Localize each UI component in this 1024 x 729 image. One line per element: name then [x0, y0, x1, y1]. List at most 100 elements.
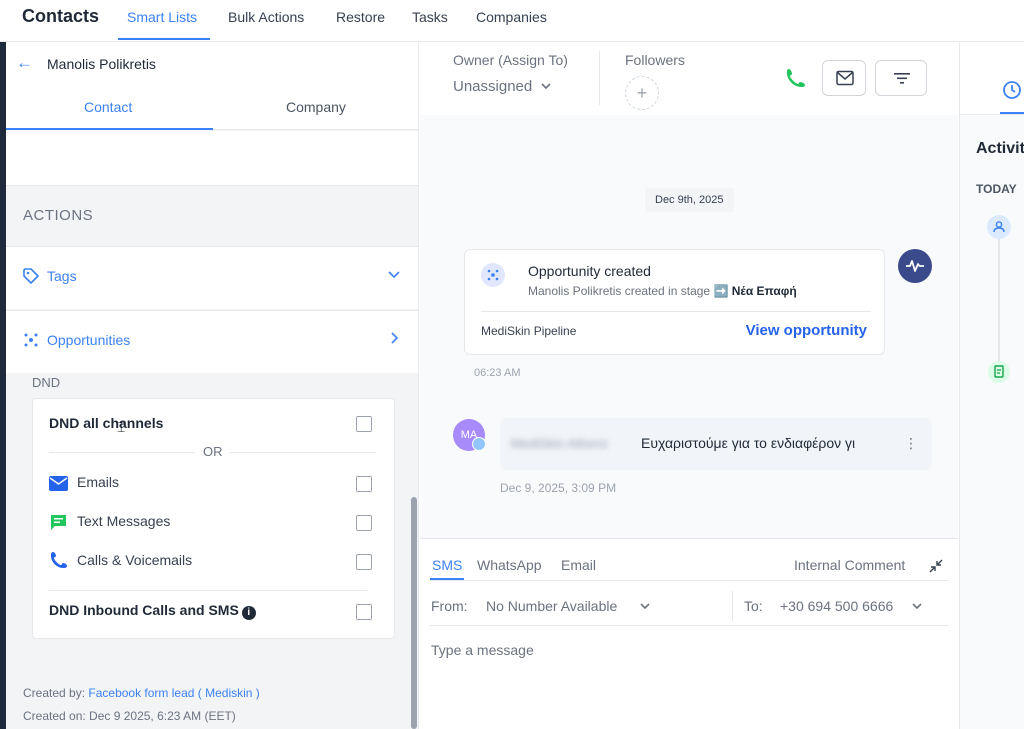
nav-tab-smart-lists[interactable]: Smart Lists — [127, 9, 197, 25]
opportunity-time: 06:23 AM — [474, 367, 521, 379]
contact-header: ← Manolis Polikretis Contact Company — [6, 43, 418, 130]
filter-icon — [894, 73, 910, 84]
email-badge-icon — [472, 437, 486, 451]
activity-feed: Dec 9th, 2025 Opportunity created Manoli… — [420, 115, 958, 538]
opportunity-icon — [24, 333, 38, 347]
dnd-inbound-row: DND Inbound Calls and SMS i — [49, 602, 256, 620]
dnd-all-channels-label: DND all channels — [49, 415, 164, 431]
activity-panel: Activity TODAY — [959, 43, 1024, 729]
opportunity-sub-prefix: Manolis Polikretis created in stage — [528, 284, 711, 298]
activity-pulse-icon — [898, 249, 932, 283]
or-label: OR — [203, 444, 223, 459]
actions-heading: ACTIONS — [23, 207, 94, 224]
dnd-text-messages-label: Text Messages — [77, 513, 171, 529]
conversation-panel: Owner (Assign To) Unassigned Followers +… — [420, 43, 958, 729]
card-divider — [481, 311, 871, 312]
view-opportunity-link[interactable]: View opportunity — [746, 322, 867, 339]
tags-section[interactable]: Tags — [6, 246, 418, 309]
dnd-card: DND all channels OR Emails Text Messages… — [32, 398, 395, 639]
dnd-calls-checkbox[interactable] — [356, 554, 372, 570]
filter-button[interactable] — [875, 60, 927, 96]
message-bubble[interactable]: MediSkin Athens Ευχαριστούμε για το ενδι… — [500, 418, 932, 470]
opportunities-label: Opportunities — [47, 332, 131, 348]
nav-tab-restore[interactable]: Restore — [336, 9, 385, 25]
or-divider-right — [230, 452, 376, 453]
or-divider-left — [49, 452, 195, 453]
chevron-down-icon[interactable] — [387, 267, 401, 281]
owner-select[interactable]: Unassigned — [453, 78, 552, 95]
to-select[interactable]: +30 694 500 6666 — [780, 598, 923, 614]
composer-divider-2 — [430, 625, 948, 626]
tags-label: Tags — [47, 268, 77, 284]
app-title: Contacts — [22, 6, 100, 26]
tab-email[interactable]: Email — [561, 557, 596, 573]
dnd-emails-checkbox[interactable] — [356, 476, 372, 492]
dnd-separator — [49, 590, 367, 591]
created-by-label: Created by: — [23, 686, 86, 700]
owner-label: Owner (Assign To) — [453, 52, 568, 68]
activity-tab-indicator — [1000, 112, 1024, 114]
tab-contact[interactable]: Contact — [84, 99, 132, 115]
arrow-left-icon[interactable]: ← — [16, 53, 33, 73]
activity-title: Activity — [976, 140, 1024, 157]
created-by: Created by: Facebook form lead ( Mediski… — [23, 686, 260, 700]
user-icon — [987, 215, 1011, 239]
owner-value: Unassigned — [453, 78, 533, 95]
dnd-inbound-checkbox[interactable] — [356, 604, 372, 620]
clock-icon[interactable] — [1002, 80, 1022, 100]
composer-divider — [430, 580, 948, 581]
message-sender: MediSkin Athens — [511, 436, 608, 451]
dnd-emails-label: Emails — [77, 474, 120, 490]
call-icon[interactable] — [784, 66, 808, 90]
message-input[interactable] — [431, 636, 946, 664]
email-icon — [49, 476, 68, 491]
to-label: To: — [744, 598, 763, 614]
tab-whatsapp[interactable]: WhatsApp — [477, 557, 542, 573]
top-nav: Contacts Smart Lists Bulk Actions Restor… — [0, 0, 1024, 42]
internal-comment-tab[interactable]: Internal Comment — [794, 557, 905, 573]
dnd-heading: DND — [32, 375, 61, 390]
opportunity-card: Opportunity created Manolis Polikretis c… — [464, 249, 885, 355]
email-button[interactable] — [822, 60, 866, 96]
more-options-icon[interactable]: ⋮ — [904, 435, 918, 452]
opportunities-section[interactable]: Opportunities — [6, 310, 418, 373]
nav-tab-tasks[interactable]: Tasks — [412, 9, 448, 25]
timeline-line — [998, 238, 1000, 378]
contact-details-panel: ← Manolis Polikretis Contact Company ACT… — [6, 43, 419, 729]
nav-tab-bulk-actions[interactable]: Bulk Actions — [228, 9, 304, 25]
from-value: No Number Available — [486, 598, 618, 614]
message-text: Ευχαριστούμε για το ενδιαφέρον γι — [641, 435, 856, 451]
collapsed-section — [6, 131, 418, 186]
opportunity-subtitle: Manolis Polikretis created in stage ➡️ Ν… — [528, 284, 797, 298]
tag-icon — [23, 268, 39, 284]
dnd-text-messages-checkbox[interactable] — [356, 515, 372, 531]
opportunity-pipeline: MediSkin Pipeline — [481, 324, 577, 338]
opportunity-stage: Νέα Επαφή — [731, 284, 797, 298]
dnd-all-channels-checkbox[interactable] — [356, 416, 372, 432]
from-to-divider — [732, 591, 733, 621]
text-cursor: ⌶ — [117, 419, 126, 435]
chevron-down-icon — [640, 603, 650, 610]
created-by-source-link[interactable]: Facebook form lead ( Mediskin ) — [88, 686, 259, 700]
tab-company[interactable]: Company — [286, 99, 346, 115]
activity-panel-body — [960, 116, 1024, 729]
opportunity-title: Opportunity created — [528, 263, 651, 279]
tab-active-indicator — [6, 128, 213, 130]
collapse-icon[interactable] — [928, 558, 944, 574]
chevron-right-icon[interactable] — [387, 331, 401, 345]
phone-icon — [51, 552, 67, 568]
message-composer: SMS WhatsApp Email Internal Comment From… — [420, 538, 958, 729]
chevron-down-icon — [912, 603, 922, 610]
header-divider — [599, 51, 600, 105]
from-label: From: — [431, 598, 468, 614]
contact-name: Manolis Polikretis — [47, 56, 156, 72]
nav-tab-companies[interactable]: Companies — [476, 9, 547, 25]
from-select[interactable]: No Number Available — [486, 598, 651, 614]
left-panel-scrollbar[interactable] — [411, 497, 417, 729]
to-value: +30 694 500 6666 — [780, 598, 894, 614]
note-icon — [988, 361, 1010, 383]
stage-arrow-icon: ➡️ — [713, 284, 729, 298]
tab-sms[interactable]: SMS — [432, 557, 462, 573]
add-follower-button[interactable]: + — [625, 76, 659, 110]
info-icon[interactable]: i — [241, 606, 256, 620]
